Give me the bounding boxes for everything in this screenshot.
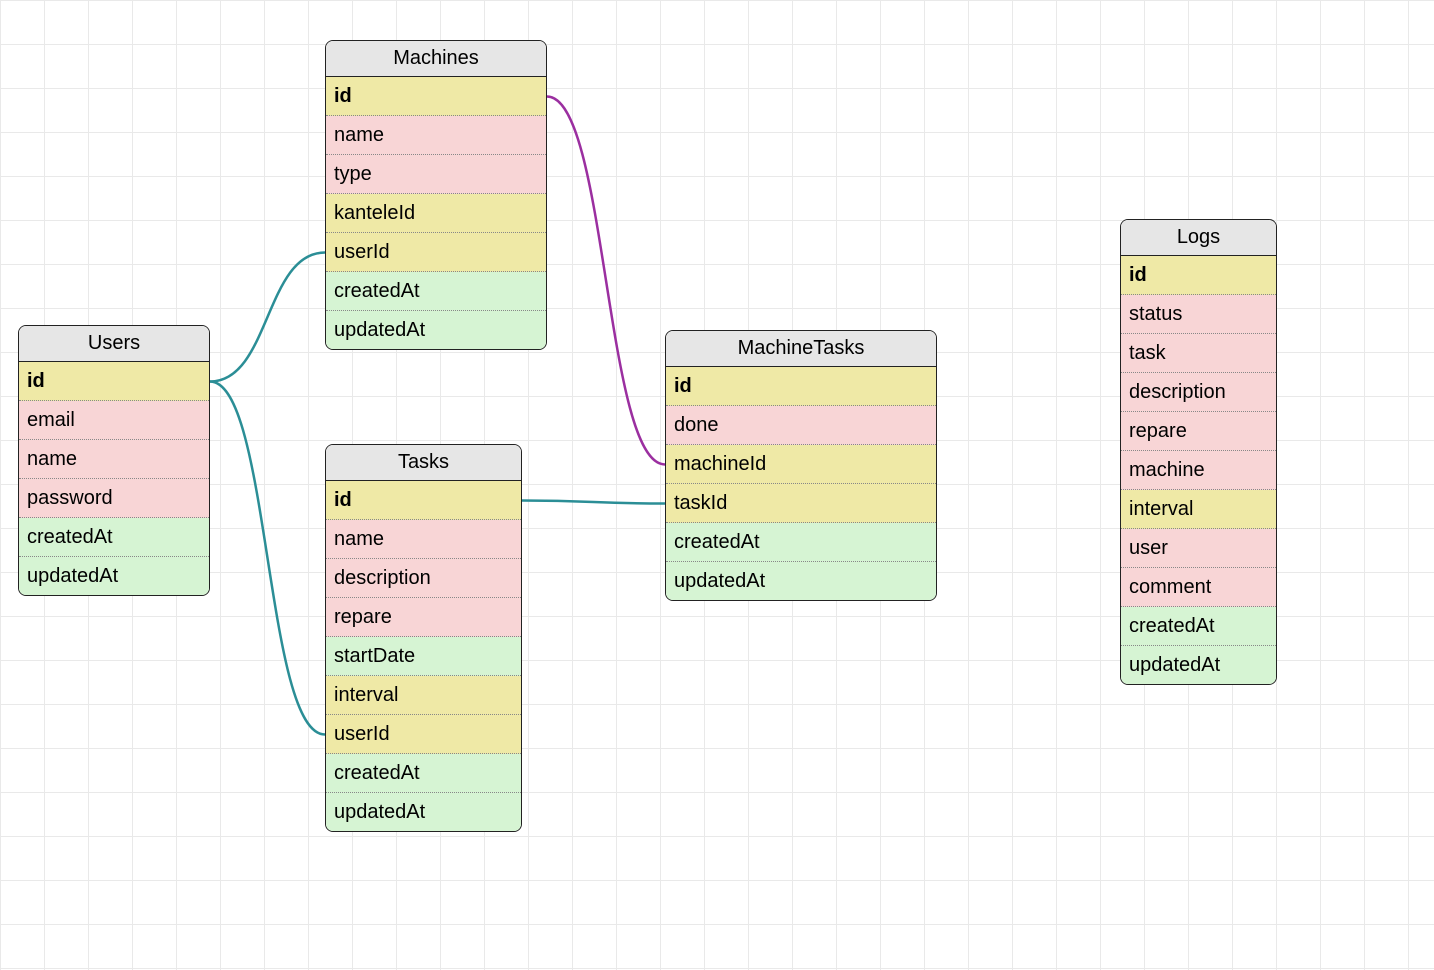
field-logs-comment[interactable]: comment: [1121, 568, 1276, 607]
field-users-createdat[interactable]: createdAt: [19, 518, 209, 557]
field-logs-machine[interactable]: machine: [1121, 451, 1276, 490]
field-users-id[interactable]: id: [19, 362, 209, 401]
field-tasks-startdate[interactable]: startDate: [326, 637, 521, 676]
field-tasks-interval[interactable]: interval: [326, 676, 521, 715]
field-machinetasks-updatedat[interactable]: updatedAt: [666, 562, 936, 600]
field-logs-updatedat[interactable]: updatedAt: [1121, 646, 1276, 684]
table-title-machinetasks: MachineTasks: [666, 331, 936, 367]
table-title-tasks: Tasks: [326, 445, 521, 481]
field-machines-kanteleid[interactable]: kanteleId: [326, 194, 546, 233]
field-machinetasks-id[interactable]: id: [666, 367, 936, 406]
table-title-users: Users: [19, 326, 209, 362]
field-machinetasks-machineid[interactable]: machineId: [666, 445, 936, 484]
field-tasks-createdat[interactable]: createdAt: [326, 754, 521, 793]
table-tasks[interactable]: Tasks id name description repare startDa…: [325, 444, 522, 832]
field-machines-updatedat[interactable]: updatedAt: [326, 311, 546, 349]
field-tasks-name[interactable]: name: [326, 520, 521, 559]
field-machines-createdat[interactable]: createdAt: [326, 272, 546, 311]
table-machinetasks[interactable]: MachineTasks id done machineId taskId cr…: [665, 330, 937, 601]
field-tasks-updatedat[interactable]: updatedAt: [326, 793, 521, 831]
field-logs-status[interactable]: status: [1121, 295, 1276, 334]
table-machines[interactable]: Machines id name type kanteleId userId c…: [325, 40, 547, 350]
field-machines-userid[interactable]: userId: [326, 233, 546, 272]
field-logs-id[interactable]: id: [1121, 256, 1276, 295]
field-tasks-id[interactable]: id: [326, 481, 521, 520]
field-machinetasks-done[interactable]: done: [666, 406, 936, 445]
field-logs-user[interactable]: user: [1121, 529, 1276, 568]
field-logs-createdat[interactable]: createdAt: [1121, 607, 1276, 646]
field-tasks-repare[interactable]: repare: [326, 598, 521, 637]
table-title-logs: Logs: [1121, 220, 1276, 256]
field-logs-repare[interactable]: repare: [1121, 412, 1276, 451]
field-machinetasks-createdat[interactable]: createdAt: [666, 523, 936, 562]
table-logs[interactable]: Logs id status task description repare m…: [1120, 219, 1277, 685]
field-logs-description[interactable]: description: [1121, 373, 1276, 412]
table-users[interactable]: Users id email name password createdAt u…: [18, 325, 210, 596]
field-users-password[interactable]: password: [19, 479, 209, 518]
field-users-updatedat[interactable]: updatedAt: [19, 557, 209, 595]
field-machinetasks-taskid[interactable]: taskId: [666, 484, 936, 523]
field-machines-id[interactable]: id: [326, 77, 546, 116]
field-users-email[interactable]: email: [19, 401, 209, 440]
field-machines-name[interactable]: name: [326, 116, 546, 155]
field-tasks-userid[interactable]: userId: [326, 715, 521, 754]
field-users-name[interactable]: name: [19, 440, 209, 479]
table-title-machines: Machines: [326, 41, 546, 77]
field-logs-interval[interactable]: interval: [1121, 490, 1276, 529]
field-machines-type[interactable]: type: [326, 155, 546, 194]
field-tasks-description[interactable]: description: [326, 559, 521, 598]
field-logs-task[interactable]: task: [1121, 334, 1276, 373]
